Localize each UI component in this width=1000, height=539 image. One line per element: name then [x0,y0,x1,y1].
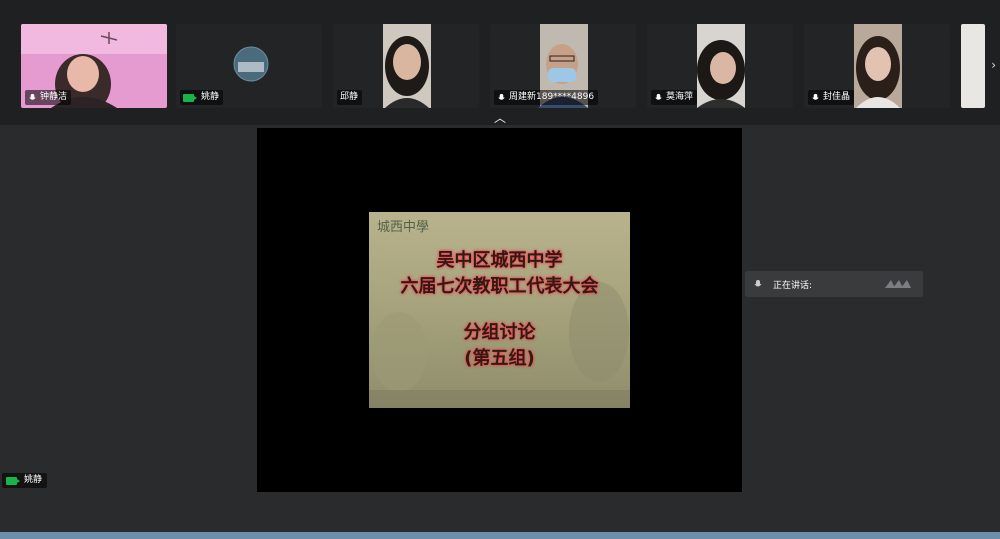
shared-slide: 城西中學 吴中区城西中学 六届七次教职工代表大会 分组讨论 (第五组) [369,212,630,408]
participant-tile-1[interactable]: 钟静洁 [21,24,167,108]
camera-icon [183,93,197,102]
participant-tile-6[interactable]: 封佳晶 [804,24,950,108]
participant-name: 姚静 [201,92,220,102]
slide-title-line-4: (第五组) [464,348,535,369]
mic-icon [498,93,505,100]
participant-name-tag: 钟静洁 [25,90,72,105]
audio-level-icon [885,280,911,288]
participant-tile-2[interactable]: 姚静 [176,24,322,108]
slide-title-line-3: 分组讨论 [463,322,536,343]
camera-icon [6,476,20,485]
participant-name: 莫海萍 [666,92,694,102]
school-logo: 城西中學 [377,220,430,235]
participant-name-tag: 邱静 [337,90,363,105]
speaking-label: 正在讲话: [773,280,813,291]
self-view-name-tag: 姚静 [2,473,48,488]
participant-name: 封佳晶 [823,92,851,102]
participant-tile-partial[interactable] [961,24,985,108]
collapse-strip-button[interactable]: ︿ [489,110,511,126]
participant-tile-4[interactable]: 周建新189****4896 [490,24,636,108]
participant-name: 钟静洁 [40,92,68,102]
participant-tile-3[interactable]: 邱静 [333,24,479,108]
participant-name-tag: 封佳晶 [808,90,855,105]
participant-tile-5[interactable]: 莫海萍 [647,24,793,108]
slide-background [369,282,630,408]
participant-name: 周建新189****4896 [509,92,595,102]
slide-title-line-1: 吴中区城西中学 [436,250,563,271]
mic-icon [29,93,36,100]
mic-icon [754,280,762,287]
participant-name: 邱静 [340,92,359,102]
next-page-icon[interactable]: › [991,58,996,72]
participant-name-tag: 周建新189****4896 [494,90,599,105]
slide-title-line-2: 六届七次教职工代表大会 [400,276,599,297]
participant-name-tag: 姚静 [180,90,224,105]
mic-icon [655,93,662,100]
mic-icon [812,93,819,100]
self-view-name: 姚静 [24,475,43,485]
participant-name-tag: 莫海萍 [651,90,698,105]
speaking-indicator: 正在讲话: [745,271,923,297]
os-taskbar [0,532,1000,539]
